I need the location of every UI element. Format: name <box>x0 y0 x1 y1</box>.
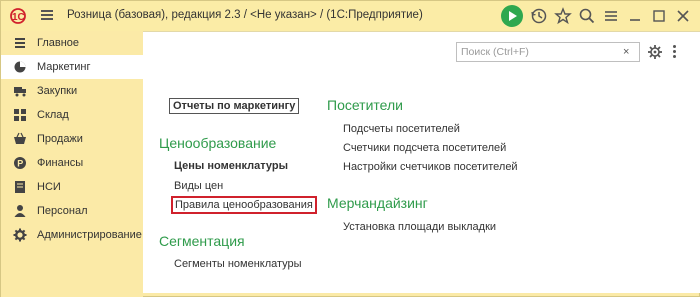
title-bar: 1С Розница (базовая), редакция 2.3 / <Не… <box>1 1 700 31</box>
sidebar-item-label: Персонал <box>37 205 88 217</box>
search-icon[interactable] <box>577 6 597 26</box>
sidebar-item-label: Продажи <box>37 133 83 145</box>
item-prices-link[interactable]: Цены номенклатуры <box>174 160 288 172</box>
favorites-star-icon[interactable] <box>553 6 573 26</box>
clear-search-button[interactable]: × <box>623 46 629 58</box>
person-icon <box>14 205 26 217</box>
coin-icon: Р <box>14 157 26 169</box>
visitor-counts-link[interactable]: Подсчеты посетителей <box>343 123 460 135</box>
sections-sidebar: Главное Маркетинг Закупки Склад Продажи … <box>1 31 143 297</box>
sidebar-item-main[interactable]: Главное <box>1 31 143 55</box>
merch-section-title: Мерчандайзинг <box>327 195 428 211</box>
sidebar-item-personnel[interactable]: Персонал <box>1 199 143 223</box>
minimize-icon[interactable] <box>625 6 645 26</box>
sidebar-item-label: Маркетинг <box>37 61 91 73</box>
close-icon[interactable] <box>673 6 693 26</box>
visitor-counters-link[interactable]: Счетчики подсчета посетителей <box>343 142 506 154</box>
gear-icon <box>13 228 27 242</box>
sidebar-item-label: Главное <box>37 37 80 49</box>
book-icon <box>15 181 25 193</box>
more-actions-icon[interactable] <box>671 44 679 60</box>
item-segments-link[interactable]: Сегменты номенклатуры <box>174 258 302 270</box>
sidebar-item-administration[interactable]: Администрирование <box>1 223 143 247</box>
sidebar-item-label: Закупки <box>37 85 78 97</box>
pricing-rules-link[interactable]: Правила ценообразования <box>171 196 317 214</box>
sidebar-item-label: Склад <box>37 109 69 121</box>
sidebar-item-sales[interactable]: Продажи <box>1 127 143 151</box>
sidebar-item-label: Финансы <box>37 157 84 169</box>
sidebar-item-marketing[interactable]: Маркетинг <box>1 55 143 79</box>
search-input[interactable]: Поиск (Ctrl+F) × <box>456 42 640 62</box>
maximize-icon[interactable] <box>649 6 669 26</box>
basket-icon <box>14 132 26 144</box>
section-panel: Поиск (Ctrl+F) × Отчеты по маркетингу Це… <box>143 31 700 293</box>
svg-text:1С: 1С <box>12 12 25 23</box>
sidebar-item-purchases[interactable]: Закупки <box>1 79 143 103</box>
menu-lines-icon[interactable] <box>601 6 621 26</box>
marketing-reports-link[interactable]: Отчеты по маркетингу <box>169 98 300 114</box>
run-button[interactable] <box>501 5 523 27</box>
sidebar-item-warehouse[interactable]: Склад <box>1 103 143 127</box>
sidebar-item-label: НСИ <box>37 181 61 193</box>
play-icon <box>509 11 517 21</box>
app-window: 1С Розница (базовая), редакция 2.3 / <Не… <box>0 0 700 297</box>
search-placeholder: Поиск (Ctrl+F) <box>461 46 529 58</box>
pricing-section-title: Ценообразование <box>159 135 277 151</box>
sidebar-item-label: Администрирование <box>37 229 142 241</box>
segmentation-section-title: Сегментация <box>159 233 245 249</box>
menu-lines-icon <box>15 38 25 48</box>
warehouse-grid-icon <box>14 109 26 121</box>
sidebar-item-nsi[interactable]: НСИ <box>1 175 143 199</box>
main-menu-button[interactable] <box>39 8 55 24</box>
visitors-section-title: Посетители <box>327 97 403 113</box>
pie-chart-icon <box>14 61 26 73</box>
price-types-link[interactable]: Виды цен <box>174 180 223 192</box>
visitor-counter-settings-link[interactable]: Настройки счетчиков посетителей <box>343 161 518 173</box>
history-icon[interactable] <box>529 6 549 26</box>
window-title: Розница (базовая), редакция 2.3 / <Не ук… <box>67 9 423 21</box>
sidebar-item-finance[interactable]: Р Финансы <box>1 151 143 175</box>
1c-logo-icon: 1С <box>10 8 26 24</box>
display-area-link[interactable]: Установка площади выкладки <box>343 221 496 233</box>
settings-gear-icon[interactable] <box>647 44 663 60</box>
svg-text:Р: Р <box>17 159 23 169</box>
truck-icon <box>14 87 26 97</box>
